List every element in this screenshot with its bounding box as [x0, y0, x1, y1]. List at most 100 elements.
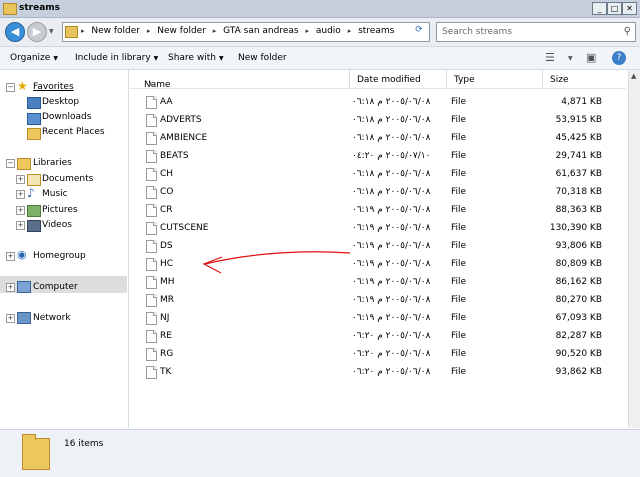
file-size: 86,162 KB — [555, 277, 602, 287]
share-with-button[interactable]: Share with ▼ — [168, 53, 224, 63]
file-name: AMBIENCE — [160, 133, 208, 143]
downloads-icon — [27, 113, 41, 125]
file-icon — [146, 366, 157, 379]
file-type: File — [451, 313, 467, 323]
view-options-icon[interactable]: ☰ — [545, 51, 555, 64]
sidebar-item-videos[interactable]: Videos — [42, 220, 72, 230]
breadcrumb-separator[interactable]: ▸ — [348, 27, 352, 35]
file-size: 93,806 KB — [555, 241, 602, 251]
breadcrumb-item[interactable]: streams — [358, 26, 394, 36]
back-button[interactable]: ◀ — [5, 22, 25, 42]
sidebar-item-favorites[interactable]: Favorites — [33, 82, 74, 92]
expand-icon[interactable]: + — [16, 221, 25, 230]
sidebar-item-documents[interactable]: Documents — [42, 174, 93, 184]
file-type: File — [451, 367, 467, 377]
help-icon[interactable]: ? — [612, 51, 626, 65]
sidebar-item-network[interactable]: Network — [33, 313, 71, 323]
sidebar-item-pictures[interactable]: Pictures — [42, 205, 78, 215]
table-row[interactable]: AMBIENCE ٢٠٠٥/٠٦/٠٨ م ٠٦:١٨ File 45,425 KB — [130, 129, 626, 147]
preview-pane-icon[interactable]: ▣ — [586, 51, 596, 64]
table-row[interactable]: CR ٢٠٠٥/٠٦/٠٨ م ٠٦:١٩ File 88,363 KB — [130, 201, 626, 219]
file-date: ٢٠٠٥/٠٦/٠٨ م ٠٦:١٩ — [352, 223, 431, 233]
sidebar-item-libraries[interactable]: Libraries — [33, 158, 72, 168]
sidebar-item-recent-places[interactable]: Recent Places — [42, 127, 105, 137]
table-row[interactable]: BEATS ٢٠٠٥/٠٧/١٠ م ٠٤:٢٠ File 29,741 KB — [130, 147, 626, 165]
table-row[interactable]: CUTSCENE ٢٠٠٥/٠٦/٠٨ م ٠٦:١٩ File 130,390 KB — [130, 219, 626, 237]
search-box[interactable]: Search streams ⚲ — [436, 22, 636, 42]
expand-icon[interactable]: + — [6, 283, 15, 292]
minimize-button[interactable]: _ — [592, 2, 607, 15]
sidebar-item-computer[interactable]: Computer — [33, 282, 78, 292]
sidebar-item-downloads[interactable]: Downloads — [42, 112, 91, 122]
expand-icon[interactable]: + — [16, 206, 25, 215]
breadcrumb-item[interactable]: GTA san andreas — [223, 26, 298, 36]
table-row[interactable]: MH ٢٠٠٥/٠٦/٠٨ م ٠٦:١٩ File 86,162 KB — [130, 273, 626, 291]
breadcrumb-separator[interactable]: ▸ — [213, 27, 217, 35]
refresh-icon[interactable]: ⟳ — [412, 25, 426, 38]
maximize-button[interactable]: □ — [607, 2, 622, 15]
table-row[interactable]: CO ٢٠٠٥/٠٦/٠٨ م ٠٦:١٨ File 70,318 KB — [130, 183, 626, 201]
recent-pages-dropdown[interactable]: ▼ — [49, 28, 54, 35]
table-row[interactable]: DS ٢٠٠٥/٠٦/٠٨ م ٠٦:١٩ File 93,806 KB — [130, 237, 626, 255]
table-row[interactable]: CH ٢٠٠٥/٠٦/٠٨ م ٠٦:١٨ File 61,637 KB — [130, 165, 626, 183]
new-folder-button[interactable]: New folder — [238, 53, 287, 63]
table-row[interactable]: RG ٢٠٠٥/٠٦/٠٨ م ٠٦:٢٠ File 90,520 KB — [130, 345, 626, 363]
table-row[interactable]: ADVERTS ٢٠٠٥/٠٦/٠٨ م ٠٦:١٨ File 53,915 KB — [130, 111, 626, 129]
column-header-size[interactable]: Size — [543, 70, 626, 88]
organize-label: Organize — [10, 53, 51, 63]
file-name: TK — [160, 367, 172, 377]
organize-button[interactable]: Organize ▼ — [10, 53, 58, 63]
file-size: 93,862 KB — [555, 367, 602, 377]
include-in-library-button[interactable]: Include in library ▼ — [75, 53, 158, 63]
vertical-scrollbar[interactable]: ▲ — [628, 70, 640, 428]
breadcrumb-item[interactable]: New folder — [157, 26, 206, 36]
forward-button[interactable]: ▶ — [27, 22, 47, 42]
column-header-type[interactable]: Type — [447, 70, 543, 88]
file-icon — [146, 150, 157, 163]
table-row[interactable]: TK ٢٠٠٥/٠٦/٠٨ م ٠٦:٢٠ File 93,862 KB — [130, 363, 626, 381]
breadcrumb-separator[interactable]: ▸ — [81, 27, 85, 35]
file-icon — [146, 276, 157, 289]
file-name: DS — [160, 241, 173, 251]
pictures-icon — [27, 205, 41, 217]
column-header-date[interactable]: Date modified — [350, 70, 447, 88]
sidebar-item-homegroup[interactable]: Homegroup — [33, 251, 86, 261]
file-size: 61,637 KB — [555, 169, 602, 179]
breadcrumb-item[interactable]: New folder — [91, 26, 140, 36]
expand-icon[interactable]: + — [16, 190, 25, 199]
table-row[interactable]: NJ ٢٠٠٥/٠٦/٠٨ م ٠٦:١٩ File 67,093 KB — [130, 309, 626, 327]
search-icon[interactable]: ⚲ — [624, 26, 631, 37]
collapse-icon[interactable]: − — [6, 83, 15, 92]
breadcrumb-item[interactable]: audio — [316, 26, 341, 36]
scroll-up-icon[interactable]: ▲ — [631, 72, 636, 80]
file-size: 82,287 KB — [555, 331, 602, 341]
file-type: File — [451, 151, 467, 161]
column-size-label: Size — [550, 75, 569, 85]
collapse-icon[interactable]: − — [6, 159, 15, 168]
chevron-down-icon[interactable]: ▼ — [568, 55, 573, 62]
table-row[interactable]: MR ٢٠٠٥/٠٦/٠٨ م ٠٦:١٩ File 80,270 KB — [130, 291, 626, 309]
breadcrumb-separator[interactable]: ▸ — [305, 27, 309, 35]
file-name: MR — [160, 295, 175, 305]
share-label: Share with — [168, 53, 216, 63]
file-type: File — [451, 295, 467, 305]
sidebar-item-music[interactable]: Music — [42, 189, 68, 199]
expand-icon[interactable]: + — [16, 175, 25, 184]
include-label: Include in library — [75, 53, 151, 63]
expand-icon[interactable]: + — [6, 252, 15, 261]
breadcrumb-separator[interactable]: ▸ — [147, 27, 151, 35]
close-button[interactable]: ✕ — [622, 2, 637, 15]
file-name: NJ — [160, 313, 170, 323]
column-header-name[interactable]: Name ▲ — [130, 70, 350, 90]
address-bar[interactable]: ▸ New folder ▸ New folder ▸ GTA san andr… — [62, 22, 430, 42]
file-icon — [146, 240, 157, 253]
table-row[interactable]: AA ٢٠٠٥/٠٦/٠٨ م ٠٦:١٨ File 4,871 KB — [130, 93, 626, 111]
table-row[interactable]: RE ٢٠٠٥/٠٦/٠٨ م ٠٦:٢٠ File 82,287 KB — [130, 327, 626, 345]
file-date: ٢٠٠٥/٠٦/٠٨ م ٠٦:١٩ — [352, 205, 431, 215]
table-row[interactable]: HC ٢٠٠٥/٠٦/٠٨ م ٠٦:١٩ File 80,809 KB — [130, 255, 626, 273]
file-icon — [146, 186, 157, 199]
navigation-pane: − ★ Favorites Desktop Downloads Recent P… — [0, 70, 129, 428]
expand-icon[interactable]: + — [6, 314, 15, 323]
new-folder-label: New folder — [238, 53, 287, 63]
sidebar-item-desktop[interactable]: Desktop — [42, 97, 79, 107]
